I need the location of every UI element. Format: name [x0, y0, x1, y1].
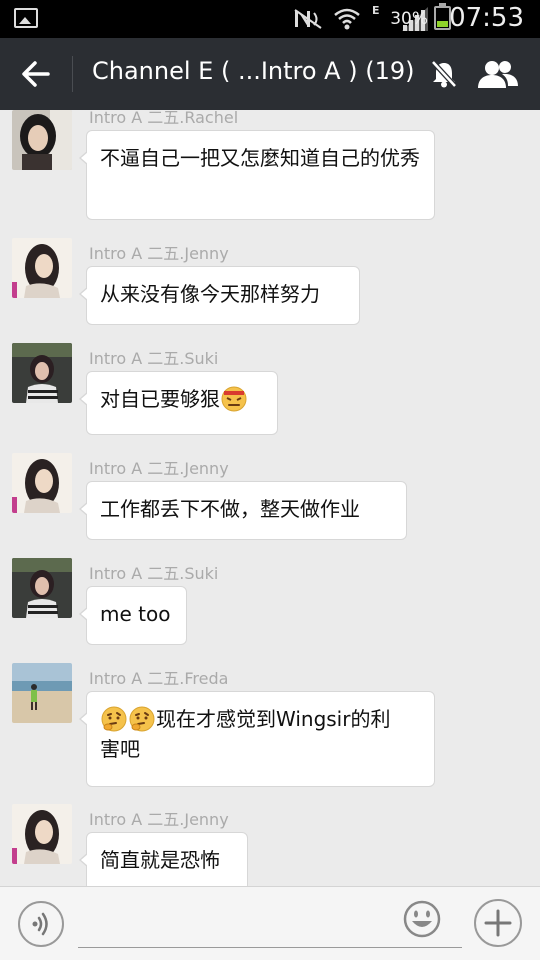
avatar[interactable] — [12, 453, 72, 513]
message-bubble[interactable]: 工作都丢下不做，整天做作业 — [79, 481, 407, 540]
thinking-face-emoji — [129, 706, 155, 732]
sender-name: Intro A 二五.Jenny — [89, 810, 229, 829]
avatar[interactable] — [12, 238, 72, 298]
plus-icon — [484, 909, 512, 937]
smiley-icon[interactable] — [403, 900, 441, 938]
message-text: 不逼自己一把又怎麼知道自己的优秀 — [100, 146, 420, 170]
avatar[interactable] — [12, 110, 72, 170]
wifi-icon — [334, 8, 360, 30]
status-bar: E 30% 07:53 — [0, 0, 540, 38]
gallery-icon — [14, 8, 38, 28]
more-button[interactable] — [474, 899, 522, 947]
mute-icon — [431, 60, 457, 88]
message-bubble[interactable]: 从来没有像今天那样努力 — [79, 266, 360, 325]
message-bubble[interactable]: 简直就是恐怖 — [79, 832, 248, 886]
avatar[interactable] — [12, 663, 72, 723]
message-text: 简直就是恐怖 — [100, 848, 220, 872]
back-arrow-icon[interactable] — [20, 58, 52, 90]
clock: 07:53 — [449, 3, 524, 33]
chat-header: Channel E ( ...Intro A ) (19) — [0, 38, 540, 110]
chat-title[interactable]: Channel E ( ...Intro A ) (19) — [92, 57, 415, 85]
message-text: 害吧 — [100, 737, 140, 761]
message-bubble[interactable]: 不逼自己一把又怎麼知道自己的优秀 — [79, 130, 435, 220]
avatar[interactable] — [12, 343, 72, 403]
members-icon[interactable] — [478, 58, 518, 90]
sender-name: Intro A 二五.Suki — [89, 349, 219, 368]
determined-face-emoji — [221, 386, 247, 412]
sender-name: Intro A 二五.Rachel — [89, 110, 239, 127]
sender-name: Intro A 二五.Jenny — [89, 244, 229, 263]
message-text: me too — [100, 602, 171, 626]
sender-name: Intro A 二五.Suki — [89, 564, 219, 583]
avatar[interactable] — [12, 558, 72, 618]
input-bar — [0, 886, 540, 960]
avatar[interactable] — [12, 804, 72, 864]
message-bubble[interactable]: 现在才感觉到Wingsir的利 害吧 — [79, 691, 435, 787]
message-text: 对自已要够狠 — [100, 387, 220, 411]
message-text: 从来没有像今天那样努力 — [100, 282, 320, 306]
message-bubble[interactable]: me too — [79, 586, 187, 645]
battery-percent: 30% — [390, 9, 428, 29]
message-bubble[interactable]: 对自已要够狠 — [79, 371, 278, 435]
header-divider — [72, 56, 73, 92]
voice-button[interactable] — [18, 901, 64, 947]
sender-name: Intro A 二五.Freda — [89, 669, 229, 688]
message-text: 工作都丢下不做，整天做作业 — [100, 497, 360, 521]
message-list[interactable]: Intro A 二五.Rachel 不逼自己一把又怎麼知道自己的优秀 Intro… — [0, 110, 540, 886]
nfc-icon — [294, 9, 322, 29]
thinking-face-emoji — [101, 706, 127, 732]
message-text: 现在才感觉到Wingsir的利 — [156, 707, 391, 731]
sender-name: Intro A 二五.Jenny — [89, 459, 229, 478]
battery-fill — [437, 21, 448, 27]
voice-icon — [32, 912, 48, 936]
